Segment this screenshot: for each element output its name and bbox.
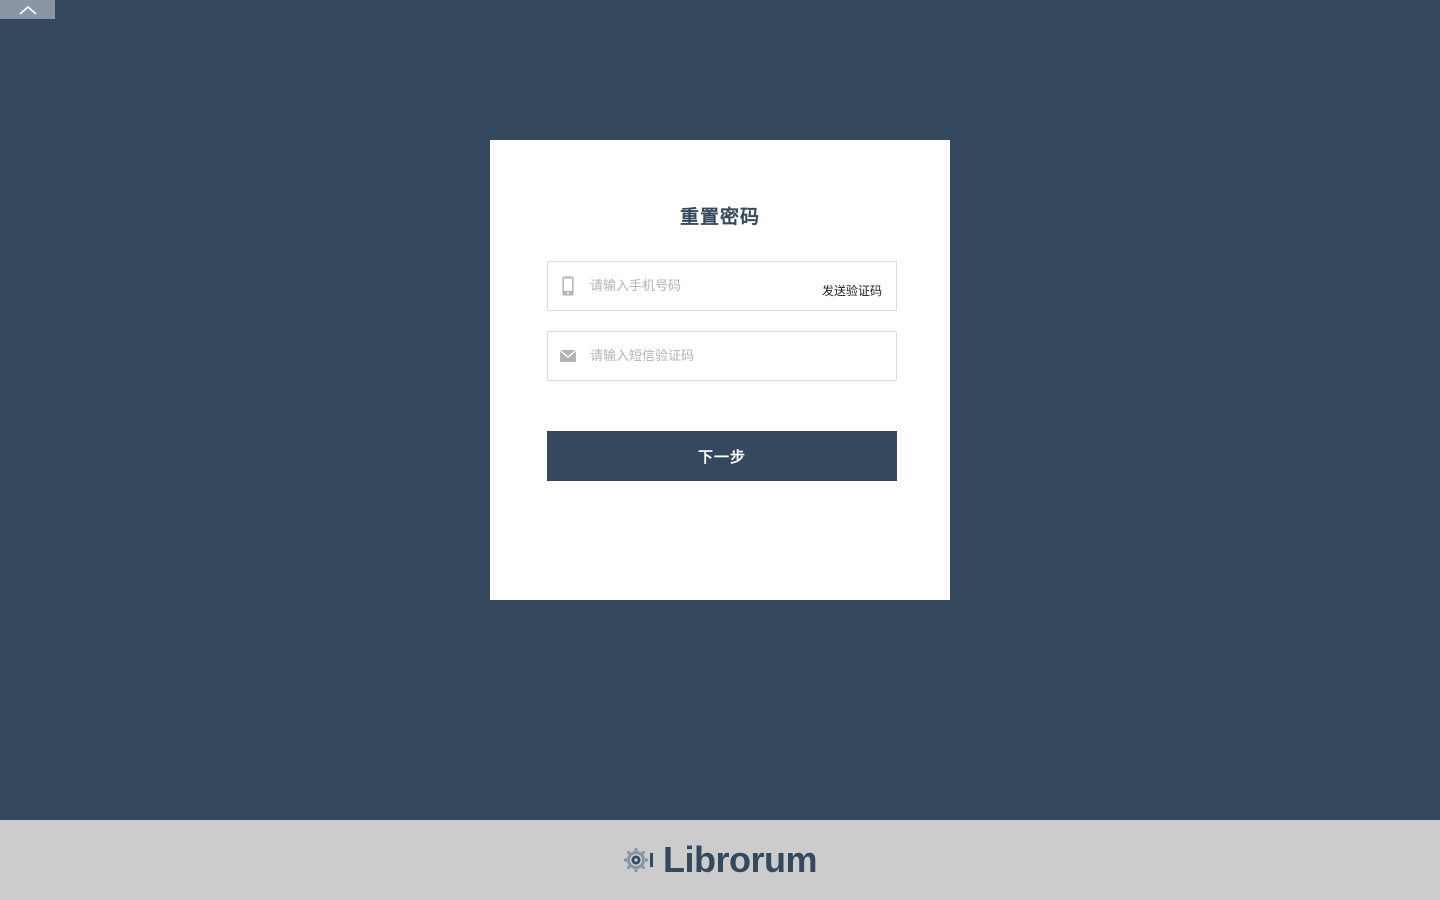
next-step-button[interactable]: 下一步 bbox=[547, 431, 897, 481]
phone-input[interactable] bbox=[590, 262, 810, 310]
mobile-phone-icon bbox=[560, 276, 576, 296]
brand-logo: Librorum bbox=[623, 839, 818, 881]
reset-password-card: 重置密码 发送验证码 下一步 bbox=[490, 140, 950, 600]
envelope-icon bbox=[560, 346, 576, 366]
sms-code-input[interactable] bbox=[590, 332, 810, 380]
brand-name: Librorum bbox=[663, 839, 818, 880]
footer: Librorum bbox=[0, 820, 1440, 900]
collapse-toggle-button[interactable] bbox=[0, 0, 55, 19]
send-code-button[interactable]: 发送验证码 bbox=[822, 282, 882, 299]
sms-code-field bbox=[547, 331, 897, 381]
phone-field: 发送验证码 bbox=[547, 261, 897, 311]
gear-logo-icon bbox=[624, 848, 653, 872]
chevron-up-icon bbox=[18, 5, 37, 15]
page-title: 重置密码 bbox=[679, 206, 760, 228]
